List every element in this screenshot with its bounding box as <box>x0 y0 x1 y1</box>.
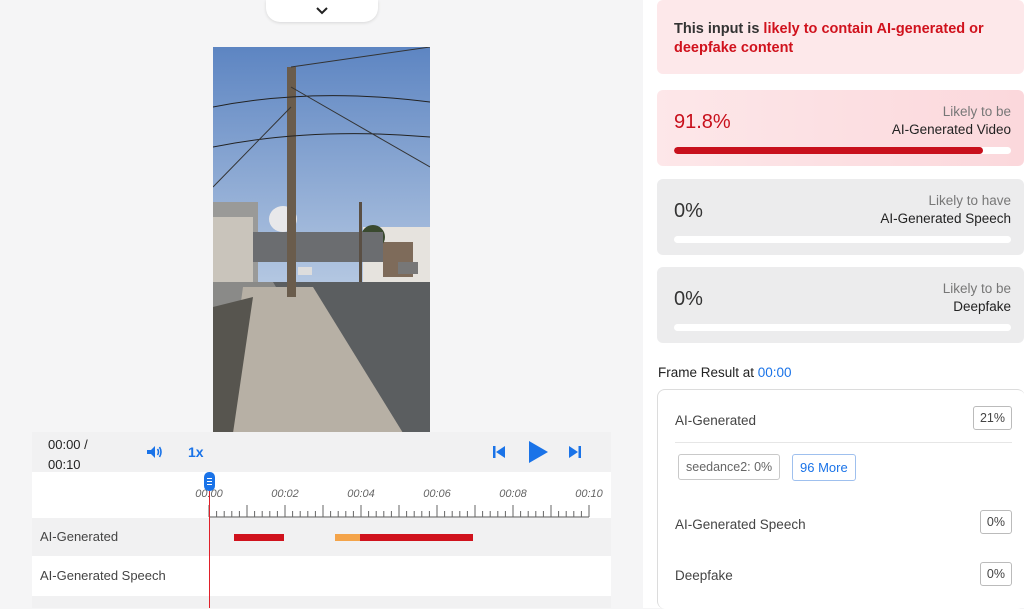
timeline-track: AI-Generated <box>32 518 611 556</box>
score-percent: 0% <box>674 288 703 310</box>
collapse-toggle[interactable] <box>266 0 378 22</box>
grip-icon <box>207 478 212 485</box>
result-panel: This input is likely to contain AI-gener… <box>643 0 1024 609</box>
frame-speech-label: AI-Generated Speech <box>675 517 806 532</box>
skip-previous-icon <box>493 446 505 458</box>
score-caption: Likely to be <box>942 281 1011 296</box>
score-progress-bar <box>674 147 1011 154</box>
score-percent: 91.8% <box>674 111 731 133</box>
more-models-button[interactable]: 96 More <box>792 454 856 481</box>
detection-warning: This input is likely to contain AI-gener… <box>657 0 1024 74</box>
frame-ai-generated-label: AI-Generated <box>675 413 757 428</box>
playhead-line <box>209 480 210 608</box>
divider <box>675 442 1012 443</box>
skip-next-icon <box>569 446 581 458</box>
timeline-ruler[interactable]: 00:0000:0200:0400:0600:0800:10 <box>32 472 611 518</box>
frame-result-time[interactable]: 00:00 <box>758 365 792 380</box>
play-icon <box>528 441 548 463</box>
score-progress-fill <box>674 147 984 154</box>
score-card: 0% Likely to be Deepfake <box>657 267 1024 343</box>
timeline-track: AI-Generated Speech <box>32 557 611 595</box>
frame-ai-generated-score: 21% <box>972 406 1012 430</box>
ruler-ticks <box>208 505 590 518</box>
score-card: 91.8% Likely to be AI-Generated Video <box>657 90 1024 166</box>
detection-segment[interactable] <box>234 534 285 541</box>
score-progress-bar <box>674 324 1011 331</box>
play-button[interactable] <box>526 440 550 464</box>
score-caption: Likely to have <box>928 193 1011 208</box>
score-progress-bar <box>674 236 1011 243</box>
frame-result-box: AI-Generated 21% seedance2: 0% 96 More A… <box>657 389 1024 609</box>
timeline-player: 00:00 / 00:10 1x 00:0000:020 <box>32 432 611 608</box>
video-preview[interactable] <box>213 47 430 433</box>
timeline-track <box>32 596 611 608</box>
score-card: 0% Likely to have AI-Generated Speech <box>657 179 1024 255</box>
model-chip[interactable]: seedance2: 0% <box>678 454 781 480</box>
detection-segment[interactable] <box>360 534 474 541</box>
frame-speech-score: 0% <box>979 510 1012 534</box>
time-display: 00:00 / 00:10 <box>48 435 108 475</box>
skip-previous-button[interactable] <box>492 444 506 460</box>
track-label: AI-Generated Speech <box>40 568 166 583</box>
playhead-handle[interactable] <box>204 472 215 491</box>
player-controls: 00:00 / 00:10 1x <box>32 432 611 472</box>
video-panel: 00:00 / 00:10 1x 00:0000:020 <box>0 0 643 608</box>
chevron-down-icon <box>316 7 328 15</box>
skip-next-button[interactable] <box>568 444 582 460</box>
video-frame-image <box>213 47 430 433</box>
track-label: AI-Generated <box>40 529 119 544</box>
frame-deepfake-score: 0% <box>979 562 1012 586</box>
warning-text: This input is likely to contain AI-gener… <box>674 20 1004 58</box>
detection-segment[interactable] <box>335 534 361 541</box>
volume-button[interactable] <box>144 443 164 461</box>
playback-speed-button[interactable]: 1x <box>188 444 204 460</box>
frame-result-label: Frame Result at <box>658 365 758 380</box>
frame-result-title: Frame Result at 00:00 <box>658 365 792 380</box>
score-category: AI-Generated Video <box>891 122 1011 137</box>
score-percent: 0% <box>674 200 703 222</box>
score-caption: Likely to be <box>942 104 1011 119</box>
score-category: AI-Generated Speech <box>880 211 1011 226</box>
time-current: 00:00 / <box>48 437 88 452</box>
frame-deepfake-label: Deepfake <box>675 568 733 583</box>
score-category: Deepfake <box>953 299 1011 314</box>
warning-prefix: This input is <box>674 21 764 37</box>
volume-icon <box>146 446 162 458</box>
